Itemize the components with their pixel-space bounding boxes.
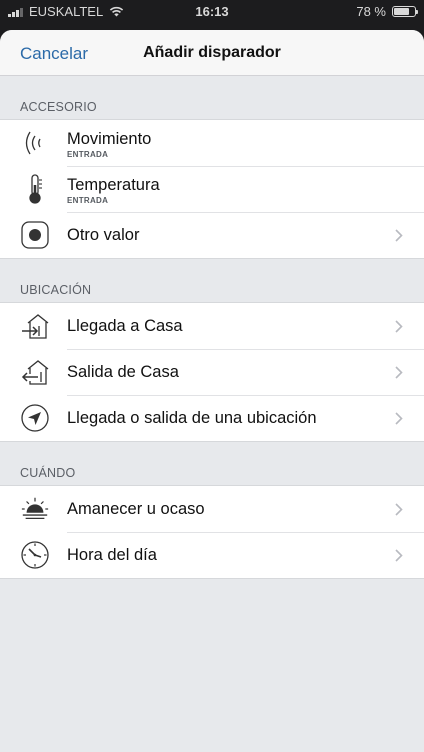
- status-right: 78 %: [356, 4, 418, 19]
- trigger-location-label: Llegada o salida de una ubicación: [67, 409, 317, 427]
- battery-icon: [392, 6, 418, 17]
- trigger-temperature-sub: ENTRADA: [67, 195, 109, 205]
- trigger-sunrise-sunset[interactable]: Amanecer u ocaso: [0, 486, 424, 532]
- section-header-location: UBICACIÓN: [20, 283, 92, 297]
- record-button-icon: [20, 220, 50, 250]
- trigger-arrive-home[interactable]: Llegada a Casa: [0, 303, 424, 349]
- when-group: Amanecer u ocaso Hora del día: [0, 485, 424, 579]
- trigger-leave-home-text: Salida de Casa: [67, 362, 394, 382]
- trigger-time-of-day[interactable]: Hora del día: [0, 532, 424, 578]
- trigger-other-value-label: Otro valor: [67, 226, 140, 244]
- trigger-arrive-home-text: Llegada a Casa: [67, 316, 394, 336]
- trigger-leave-home[interactable]: Salida de Casa: [0, 349, 424, 395]
- chevron-right-icon: [394, 228, 404, 242]
- trigger-location-text: Llegada o salida de una ubicación: [67, 408, 394, 428]
- chevron-right-icon: [394, 411, 404, 425]
- leave-home-icon: [20, 357, 50, 387]
- thermometer-icon: [20, 174, 50, 204]
- clock-icon: [20, 540, 50, 570]
- trigger-location[interactable]: Llegada o salida de una ubicación: [0, 395, 424, 441]
- cancel-button[interactable]: Cancelar: [20, 44, 88, 64]
- sunrise-icon: [20, 494, 50, 524]
- trigger-other-value[interactable]: Otro valor: [0, 212, 424, 258]
- trigger-sunrise-sunset-text: Amanecer u ocaso: [67, 499, 394, 519]
- accessory-group: Movimiento ENTRADA Temperatura ENTRADA O…: [0, 119, 424, 259]
- section-header-when: CUÁNDO: [20, 466, 76, 480]
- trigger-sunrise-sunset-label: Amanecer u ocaso: [67, 500, 205, 518]
- navigation-bar: Cancelar Añadir disparador: [0, 30, 424, 76]
- trigger-leave-home-label: Salida de Casa: [67, 363, 179, 381]
- add-trigger-sheet: Cancelar Añadir disparador ACCESORIO Mov…: [0, 30, 424, 752]
- chevron-right-icon: [394, 502, 404, 516]
- trigger-motion[interactable]: Movimiento ENTRADA: [0, 120, 424, 166]
- chevron-right-icon: [394, 365, 404, 379]
- trigger-motion-sub: ENTRADA: [67, 149, 109, 159]
- battery-percent: 78 %: [356, 4, 386, 19]
- trigger-arrive-home-label: Llegada a Casa: [67, 317, 183, 335]
- trigger-motion-text: Movimiento ENTRADA: [67, 127, 424, 160]
- trigger-temperature-text: Temperatura ENTRADA: [67, 173, 424, 206]
- location-arrow-icon: [20, 403, 50, 433]
- motion-sensor-icon: [20, 128, 50, 158]
- trigger-temperature[interactable]: Temperatura ENTRADA: [0, 166, 424, 212]
- trigger-time-of-day-text: Hora del día: [67, 545, 394, 565]
- arrive-home-icon: [20, 311, 50, 341]
- trigger-time-of-day-label: Hora del día: [67, 546, 157, 564]
- chevron-right-icon: [394, 319, 404, 333]
- section-header-accessory: ACCESORIO: [20, 100, 97, 114]
- status-bar: EUSKALTEL 16:13 78 %: [0, 0, 424, 22]
- trigger-motion-label: Movimiento: [67, 129, 152, 148]
- location-group: Llegada a Casa Salida de Casa Llegada o …: [0, 302, 424, 442]
- trigger-other-value-text: Otro valor: [67, 225, 394, 245]
- trigger-temperature-label: Temperatura: [67, 175, 160, 194]
- chevron-right-icon: [394, 548, 404, 562]
